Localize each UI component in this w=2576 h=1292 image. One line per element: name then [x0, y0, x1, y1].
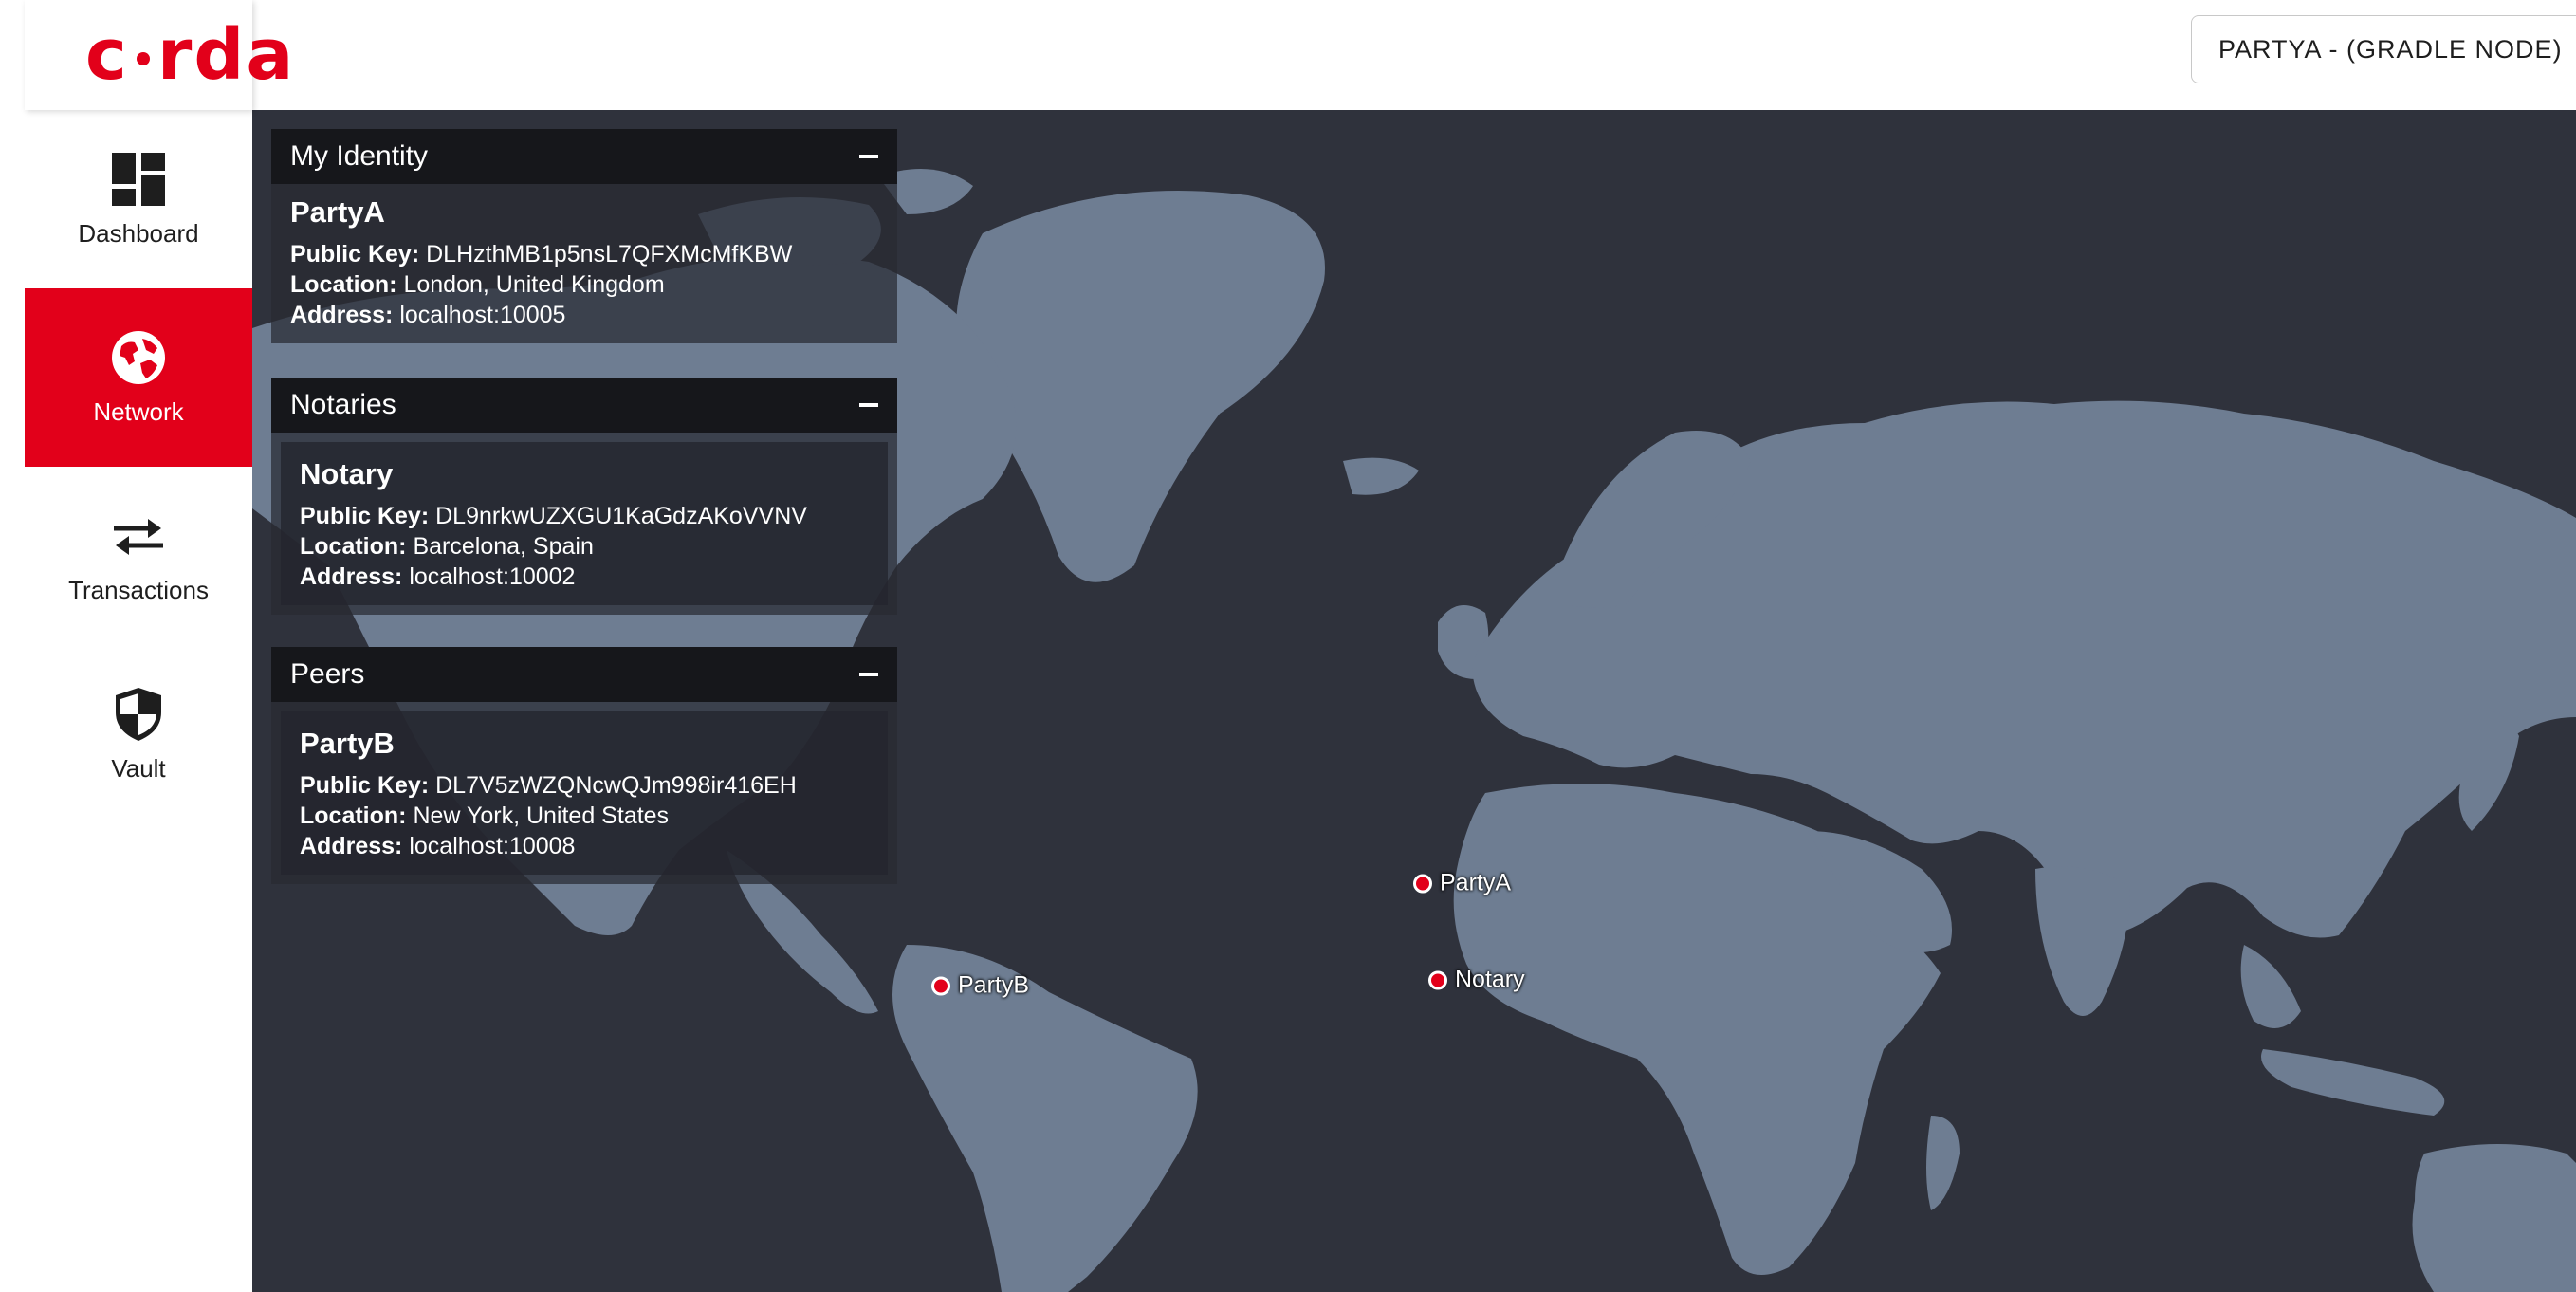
node-name: Notary	[300, 457, 394, 490]
node-selector-label: PARTYA - (GRADLE NODE)	[2218, 34, 2563, 64]
logo-area: c rda	[25, 0, 293, 110]
location-label: Location:	[300, 533, 407, 560]
location-label: Location:	[300, 803, 407, 829]
map-marker-partyb[interactable]: PartyB	[931, 972, 1029, 1000]
address-row: Address: localhost:10005	[290, 300, 878, 330]
location-value: Barcelona, Spain	[413, 533, 594, 560]
peer-card[interactable]: PartyB Public Key: DL7V5zWZQNcwQJm998ir4…	[281, 711, 888, 875]
marker-label: Notary	[1455, 966, 1525, 993]
sidebar-item-transactions[interactable]: Transactions	[25, 467, 252, 645]
address-value: localhost:10008	[409, 833, 576, 859]
location-label: Location:	[290, 271, 397, 298]
location-value: New York, United States	[413, 803, 670, 829]
address-value: localhost:10005	[399, 302, 566, 328]
marker-label: PartyA	[1440, 869, 1512, 896]
sidebar-nav: Dashboard Network Transactions Vault	[25, 110, 252, 1292]
location-row: Location: London, United Kingdom	[290, 269, 878, 300]
peers-panel: Peers PartyB Public Key: DL7V5zWZQNcwQJm…	[271, 647, 897, 884]
location-row: Location: New York, United States	[300, 801, 869, 831]
node-name: PartyB	[300, 727, 395, 760]
public-key-value: DL7V5zWZQNcwQJm998ir416EH	[435, 772, 797, 799]
map-marker-notary[interactable]: Notary	[1428, 967, 1525, 994]
address-row: Address: localhost:10008	[300, 831, 869, 861]
shield-icon	[110, 686, 167, 743]
public-key-label: Public Key:	[300, 503, 430, 529]
node-name: PartyA	[290, 195, 385, 229]
location-row: Location: Barcelona, Spain	[300, 531, 869, 562]
my-identity-panel: My Identity PartyA Public Key: DLHzthMB1…	[271, 129, 897, 343]
notaries-panel: Notaries Notary Public Key: DL9nrkwUZXGU…	[271, 378, 897, 615]
sidebar-item-label: Vault	[111, 753, 166, 783]
location-value: London, United Kingdom	[403, 271, 665, 298]
collapse-icon[interactable]	[859, 403, 878, 407]
notary-card[interactable]: Notary Public Key: DL9nrkwUZXGU1KaGdzAKo…	[281, 442, 888, 605]
corda-logo: c rda	[85, 17, 295, 93]
address-label: Address:	[300, 833, 403, 859]
logo-text-right: rda	[156, 14, 296, 96]
marker-pin	[1413, 874, 1432, 893]
panel-header: Peers	[271, 647, 897, 702]
collapse-icon[interactable]	[859, 155, 878, 158]
top-bar: c rda PARTYA - (GRADLE NODE)	[0, 0, 2576, 110]
identity-details: PartyA Public Key: DLHzthMB1p5nsL7QFXMcM…	[271, 184, 897, 343]
public-key-row: Public Key: DL7V5zWZQNcwQJm998ir416EH	[300, 770, 869, 801]
panel-header: Notaries	[271, 378, 897, 433]
panel-title: Notaries	[290, 389, 396, 420]
globe-icon	[110, 329, 167, 386]
address-value: localhost:10002	[409, 563, 576, 590]
node-selector-button[interactable]: PARTYA - (GRADLE NODE)	[2191, 15, 2576, 83]
logo-dot	[136, 52, 150, 65]
sidebar-item-label: Network	[93, 397, 184, 426]
public-key-value: DL9nrkwUZXGU1KaGdzAKoVVNV	[435, 503, 807, 529]
sidebar-item-dashboard[interactable]: Dashboard	[25, 110, 252, 288]
panel-header: My Identity	[271, 129, 897, 184]
address-label: Address:	[300, 563, 403, 590]
public-key-row: Public Key: DL9nrkwUZXGU1KaGdzAKoVVNV	[300, 501, 869, 531]
dashboard-icon	[110, 151, 167, 208]
address-label: Address:	[290, 302, 394, 328]
public-key-label: Public Key:	[290, 241, 420, 268]
public-key-label: Public Key:	[300, 772, 430, 799]
public-key-value: DLHzthMB1p5nsL7QFXMcMfKBW	[426, 241, 793, 268]
sidebar-item-label: Dashboard	[78, 218, 199, 248]
address-row: Address: localhost:10002	[300, 562, 869, 592]
sidebar-item-vault[interactable]: Vault	[25, 645, 252, 823]
transfer-arrows-icon	[110, 508, 167, 564]
map-marker-partya[interactable]: PartyA	[1413, 870, 1511, 897]
marker-label: PartyB	[958, 971, 1030, 999]
marker-pin	[1428, 970, 1447, 989]
panel-title: Peers	[290, 658, 365, 690]
collapse-icon[interactable]	[859, 673, 878, 676]
public-key-row: Public Key: DLHzthMB1p5nsL7QFXMcMfKBW	[290, 239, 878, 269]
panel-title: My Identity	[290, 140, 429, 172]
marker-pin	[931, 976, 950, 995]
logo-text-left: c	[85, 14, 129, 96]
sidebar-item-network[interactable]: Network	[25, 288, 252, 467]
sidebar-item-label: Transactions	[68, 575, 209, 604]
